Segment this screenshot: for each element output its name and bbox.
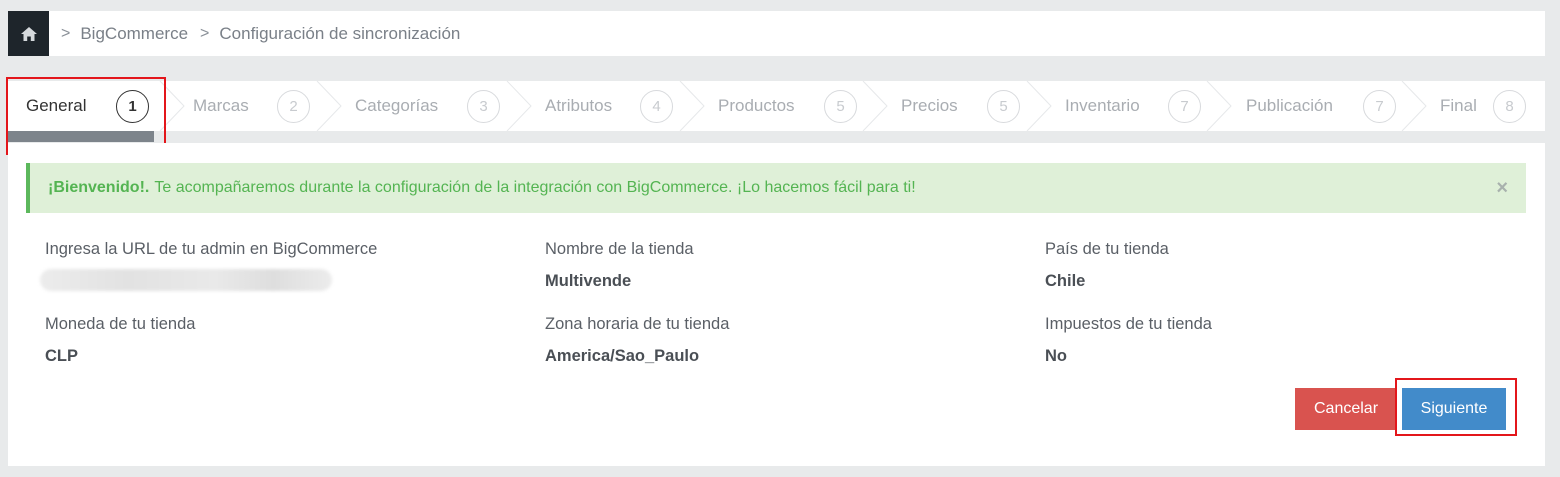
alert-message: Te acompañaremos durante la configuració… xyxy=(154,179,916,196)
step-divider-icon xyxy=(506,81,532,131)
field-label: Ingresa la URL de tu admin en BigCommerc… xyxy=(45,240,378,258)
step-label: Categorías xyxy=(355,96,439,115)
step-divider-icon xyxy=(679,81,705,131)
step-precios[interactable]: Precios 5 xyxy=(901,81,1020,131)
field-label: Moneda de tu tienda xyxy=(45,315,196,333)
breadcrumb: > BigCommerce > Configuración de sincron… xyxy=(8,11,1545,56)
step-label: Marcas xyxy=(193,96,249,115)
step-marcas[interactable]: Marcas 2 xyxy=(193,81,310,131)
cancel-button[interactable]: Cancelar xyxy=(1295,388,1397,430)
step-number: 4 xyxy=(640,90,673,123)
breadcrumb-item-sync-config: Configuración de sincronización xyxy=(219,23,461,43)
step-inventario[interactable]: Inventario 7 xyxy=(1065,81,1201,131)
step-number: 7 xyxy=(1363,90,1396,123)
home-button[interactable] xyxy=(8,11,49,56)
chevron-right-icon: > xyxy=(200,24,210,42)
field-timezone: Zona horaria de tu tienda America/Sao_Pa… xyxy=(545,315,729,366)
step-label: Final xyxy=(1440,96,1477,115)
step-divider-icon xyxy=(1206,81,1232,131)
welcome-alert: ¡Bienvenido!. Te acompañaremos durante l… xyxy=(26,163,1526,213)
alert-title: ¡Bienvenido!. xyxy=(48,179,150,196)
step-number: 5 xyxy=(987,90,1020,123)
step-number: 7 xyxy=(1168,90,1201,123)
field-country: País de tu tienda Chile xyxy=(1045,240,1169,291)
step-label: Productos xyxy=(718,96,795,115)
field-value: America/Sao_Paulo xyxy=(545,347,700,365)
step-divider-icon xyxy=(862,81,888,131)
admin-url-value-blurred xyxy=(40,269,332,291)
field-taxes: Impuestos de tu tienda No xyxy=(1045,315,1212,366)
step-divider-icon xyxy=(1401,81,1427,131)
step-label: Atributos xyxy=(545,96,613,115)
chevron-right-icon: > xyxy=(61,24,71,42)
field-currency: Moneda de tu tienda CLP xyxy=(45,315,195,366)
field-label: Impuestos de tu tienda xyxy=(1045,315,1212,333)
step-number: 8 xyxy=(1493,90,1526,123)
field-label: País de tu tienda xyxy=(1045,240,1169,258)
field-value: CLP xyxy=(45,347,78,365)
step-divider-icon xyxy=(1026,81,1052,131)
step-number: 3 xyxy=(467,90,500,123)
field-store-name: Nombre de la tienda Multivende xyxy=(545,240,694,291)
close-icon[interactable]: × xyxy=(1496,177,1508,200)
step-publicacion[interactable]: Publicación 7 xyxy=(1246,81,1396,131)
breadcrumb-item-bigcommerce[interactable]: BigCommerce xyxy=(80,24,188,44)
field-value: Multivende xyxy=(545,272,632,290)
highlight-box-next xyxy=(1395,378,1517,436)
step-productos[interactable]: Productos 5 xyxy=(718,81,857,131)
field-value: Chile xyxy=(1045,272,1086,290)
step-label: Precios xyxy=(901,96,958,115)
step-atributos[interactable]: Atributos 4 xyxy=(545,81,673,131)
step-label: Inventario xyxy=(1065,96,1140,115)
step-categorias[interactable]: Categorías 3 xyxy=(355,81,500,131)
field-admin-url: Ingresa la URL de tu admin en BigCommerc… xyxy=(40,240,378,291)
main-panel: ¡Bienvenido!. Te acompañaremos durante l… xyxy=(8,143,1545,466)
wizard-steps: General 1 Marcas 2 Categorías 3 Atributo… xyxy=(8,81,1545,131)
step-divider-icon xyxy=(316,81,342,131)
home-icon xyxy=(20,26,37,41)
step-final[interactable]: Final 8 xyxy=(1440,81,1526,131)
step-number: 5 xyxy=(824,90,857,123)
field-value: No xyxy=(1045,347,1067,365)
step-number: 2 xyxy=(277,90,310,123)
step-label: Publicación xyxy=(1246,96,1333,115)
field-label: Zona horaria de tu tienda xyxy=(545,315,730,333)
field-label: Nombre de la tienda xyxy=(545,240,694,258)
